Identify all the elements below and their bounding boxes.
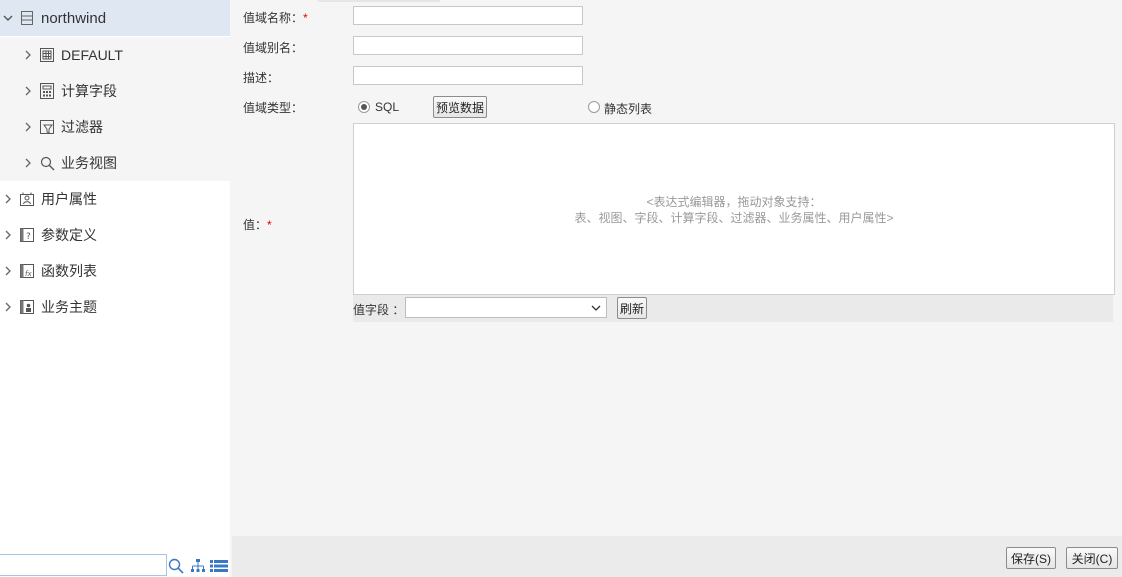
object-tree-panel: northwind DEFAULT 计算字段 过滤器 业务视图 用户属性 ? 参… [0, 0, 230, 577]
tree-node-label: 参数定义 [41, 227, 97, 243]
tree-view-icon[interactable] [189, 557, 207, 575]
domain-alias-input[interactable] [353, 36, 583, 55]
tab-indicator [318, 0, 440, 2]
domain-type-label: 值域类型： [243, 101, 304, 115]
refresh-button[interactable]: 刷新 [617, 297, 647, 319]
sql-radio-label[interactable]: SQL [375, 100, 399, 114]
value-field-select[interactable] [405, 297, 607, 318]
tree-node-business-views[interactable]: 业务视图 [0, 145, 230, 181]
description-label: 描述： [243, 71, 280, 85]
static-list-radio-label[interactable]: 静态列表 [604, 100, 652, 117]
preview-data-button[interactable]: 预览数据 [433, 96, 487, 118]
search-icon [39, 155, 55, 171]
value-field-bar: 值字段 ： 刷新 [353, 295, 1113, 322]
chevron-right-icon[interactable] [1, 264, 15, 278]
tree-node-label: 计算字段 [61, 83, 117, 99]
chevron-down-icon[interactable] [1, 11, 15, 25]
close-button[interactable]: 关闭(C) [1066, 547, 1118, 569]
tree-node-user-attributes[interactable]: 用户属性 [0, 181, 230, 217]
tree-node-label: 用户属性 [41, 191, 97, 207]
tree-node-label: 函数列表 [41, 263, 97, 279]
tree-search-input[interactable] [0, 554, 167, 576]
tree-node-parameters[interactable]: ? 参数定义 [0, 217, 230, 253]
tree-node-calc-fields[interactable]: 计算字段 [0, 73, 230, 109]
save-button[interactable]: 保存(S) [1006, 547, 1056, 569]
static-list-radio[interactable] [588, 101, 600, 113]
database-icon [19, 10, 35, 26]
tree-node-business-themes[interactable]: 业务主题 [0, 289, 230, 325]
chevron-right-icon[interactable] [1, 192, 15, 206]
domain-name-input[interactable] [353, 6, 583, 25]
expression-editor[interactable]: <表达式编辑器，拖动对象支持： 表、视图、字段、计算字段、过滤器、业务属性、用户… [353, 123, 1115, 295]
parameter-icon: ? [19, 227, 35, 243]
chevron-right-icon[interactable] [21, 48, 35, 62]
calc-field-icon [39, 83, 55, 99]
chevron-right-icon[interactable] [21, 120, 35, 134]
required-mark: * [267, 218, 272, 232]
domain-alias-label: 值域别名： [243, 41, 304, 55]
tree-node-label: 业务视图 [61, 155, 117, 171]
tree-node-label: 过滤器 [61, 119, 103, 135]
schema-icon [39, 47, 55, 63]
footer-bar: 保存(S) 关闭(C) [232, 536, 1122, 577]
tree-node-northwind[interactable]: northwind [0, 0, 230, 36]
chevron-right-icon[interactable] [1, 228, 15, 242]
tree-node-label: DEFAULT [61, 47, 123, 63]
value-label: 值：* [243, 218, 272, 232]
filter-icon [39, 119, 55, 135]
tree-node-functions[interactable]: fx 函数列表 [0, 253, 230, 289]
user-attribute-icon [19, 191, 35, 207]
tree-node-filters[interactable]: 过滤器 [0, 109, 230, 145]
tree-node-default[interactable]: DEFAULT [0, 37, 230, 73]
tree-node-label: 业务主题 [41, 299, 97, 315]
business-theme-icon [19, 299, 35, 315]
chevron-right-icon[interactable] [21, 84, 35, 98]
search-icon[interactable] [167, 557, 185, 575]
chevron-right-icon[interactable] [21, 156, 35, 170]
tree-node-label: northwind [41, 9, 107, 27]
svg-text:fx: fx [25, 270, 32, 278]
chevron-right-icon[interactable] [1, 300, 15, 314]
value-field-label: 值字段 ： [353, 303, 405, 317]
svg-text:?: ? [26, 232, 31, 242]
chevron-down-icon [590, 302, 602, 314]
sql-radio[interactable] [358, 101, 370, 113]
function-icon: fx [19, 263, 35, 279]
description-input[interactable] [353, 66, 583, 85]
expression-editor-hint: <表达式编辑器，拖动对象支持： 表、视图、字段、计算字段、过滤器、业务属性、用户… [574, 195, 894, 225]
list-view-icon[interactable] [210, 557, 228, 575]
domain-name-label: 值域名称：* [243, 11, 308, 25]
required-mark: * [303, 11, 308, 25]
